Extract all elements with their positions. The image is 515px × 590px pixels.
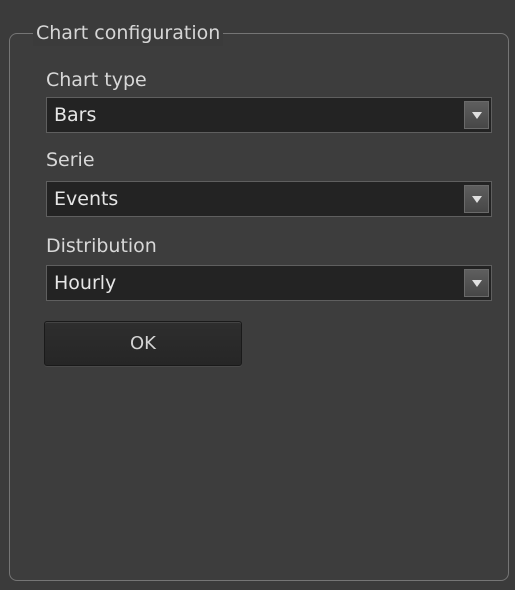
ok-button[interactable]: OK: [44, 321, 242, 366]
chart-type-label: Chart type: [46, 69, 147, 91]
chevron-down-icon: [472, 280, 482, 287]
distribution-select[interactable]: Hourly: [46, 265, 492, 301]
chevron-down-icon: [472, 112, 482, 119]
distribution-label: Distribution: [46, 235, 157, 257]
distribution-dropdown-button[interactable]: [464, 269, 489, 297]
serie-select[interactable]: Events: [46, 181, 492, 217]
serie-dropdown-button[interactable]: [464, 185, 489, 213]
distribution-value: Hourly: [54, 272, 117, 294]
panel-title: Chart configuration: [33, 20, 224, 46]
chart-type-dropdown-button[interactable]: [464, 101, 489, 129]
serie-label: Serie: [46, 149, 95, 171]
chart-type-value: Bars: [54, 104, 97, 126]
chart-type-select[interactable]: Bars: [46, 97, 492, 133]
serie-value: Events: [54, 188, 119, 210]
chevron-down-icon: [472, 196, 482, 203]
